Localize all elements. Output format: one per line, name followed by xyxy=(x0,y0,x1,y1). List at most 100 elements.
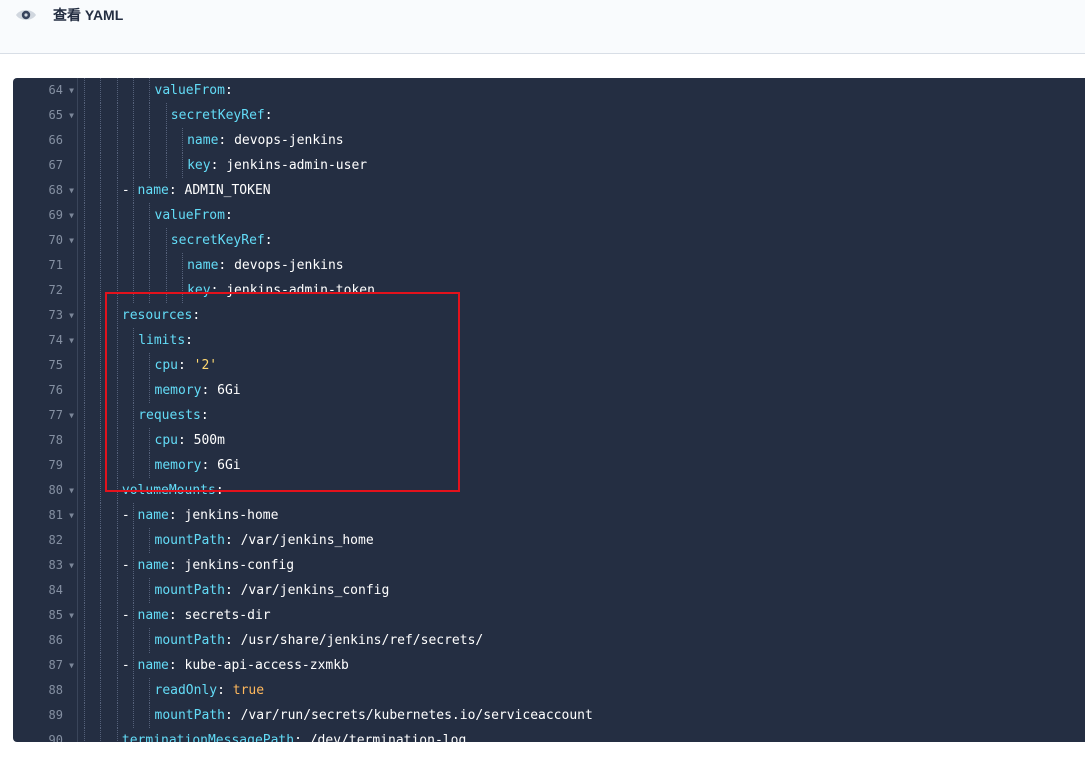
yaml-value: devops-jenkins xyxy=(234,258,344,273)
code-line: 64 ▼ valueFrom: xyxy=(13,78,1085,103)
yaml-key: secretKeyRef xyxy=(170,108,265,123)
yaml-colon: : xyxy=(200,408,209,423)
indent-guide xyxy=(165,253,167,278)
indent-guide xyxy=(149,453,151,478)
indent-guide xyxy=(100,153,102,178)
fold-toggle-icon[interactable]: ▼ xyxy=(69,78,74,103)
yaml-colon: : xyxy=(224,83,233,98)
indent-guide xyxy=(132,78,134,103)
yaml-key: name xyxy=(137,508,169,523)
indent-guide xyxy=(116,553,118,578)
page-title: 查看 YAML xyxy=(53,7,124,23)
fold-toggle-icon[interactable]: ▼ xyxy=(69,478,74,503)
fold-toggle-icon[interactable]: ▼ xyxy=(69,403,74,428)
indent-guide xyxy=(100,603,102,628)
line-number: 78 xyxy=(48,433,63,447)
indent-guide xyxy=(84,628,85,653)
yaml-colon: : xyxy=(168,183,185,198)
indent-guide xyxy=(132,153,134,178)
indent-guide xyxy=(116,528,118,553)
line-gutter: 72 xyxy=(13,278,77,303)
list-dash: - xyxy=(121,658,138,673)
indent-guide xyxy=(132,353,134,378)
fold-toggle-icon[interactable]: ▼ xyxy=(69,103,74,128)
yaml-key: readOnly xyxy=(154,683,218,698)
line-gutter: 89 xyxy=(13,703,77,728)
fold-toggle-icon[interactable]: ▼ xyxy=(69,178,74,203)
indent-guide xyxy=(84,203,85,228)
line-number: 79 xyxy=(48,458,63,472)
fold-toggle-icon[interactable]: ▼ xyxy=(69,603,74,628)
indent-guide xyxy=(149,353,151,378)
line-number: 86 xyxy=(48,633,63,647)
yaml-value: 500m xyxy=(193,433,225,448)
indent-guide xyxy=(84,653,85,678)
indent-guide xyxy=(149,153,151,178)
indent-guide xyxy=(165,128,167,153)
code-line: 77 ▼ requests: xyxy=(13,403,1085,428)
fold-toggle-icon[interactable]: ▼ xyxy=(69,553,74,578)
line-number: 68 xyxy=(48,183,63,197)
code-line: 87 ▼ - name: kube-api-access-zxmkb xyxy=(13,653,1085,678)
indent-guide xyxy=(116,328,118,353)
indent-guide xyxy=(149,678,151,703)
line-gutter: 79 xyxy=(13,453,77,478)
yaml-key: cpu xyxy=(154,358,178,373)
indent-guide xyxy=(84,153,85,178)
indent-guide xyxy=(84,178,85,203)
code-line: 83 ▼ - name: jenkins-config xyxy=(13,553,1085,578)
fold-toggle-icon[interactable]: ▼ xyxy=(69,653,74,678)
indent-guide xyxy=(100,78,102,103)
indent-guide xyxy=(116,78,118,103)
line-number: 74 xyxy=(48,333,63,347)
yaml-value: /dev/termination-log xyxy=(309,733,467,742)
line-gutter: 85 ▼ xyxy=(13,603,77,628)
fold-toggle-icon[interactable]: ▼ xyxy=(69,228,74,253)
fold-toggle-icon[interactable]: ▼ xyxy=(69,303,74,328)
indent-guide xyxy=(100,653,102,678)
fold-toggle-icon[interactable]: ▼ xyxy=(69,203,74,228)
indent-guide xyxy=(100,678,102,703)
line-number: 80 xyxy=(48,483,63,497)
indent-guide xyxy=(100,728,102,742)
line-number: 75 xyxy=(48,358,63,372)
code-text: secretKeyRef: xyxy=(171,228,273,253)
yaml-value: secrets-dir xyxy=(184,608,271,623)
code-text: memory: 6Gi xyxy=(155,378,241,403)
yaml-colon: : xyxy=(177,358,194,373)
yaml-colon: : xyxy=(294,733,310,742)
indent-guide xyxy=(84,228,85,253)
yaml-colon: : xyxy=(217,683,233,698)
list-dash: - xyxy=(121,508,138,523)
indent-guide xyxy=(149,253,151,278)
line-gutter: 70 ▼ xyxy=(13,228,77,253)
yaml-key: valueFrom xyxy=(154,83,225,98)
code-text: valueFrom: xyxy=(155,203,233,228)
indent-guide xyxy=(149,203,151,228)
yaml-colon: : xyxy=(168,508,185,523)
indent-guide xyxy=(100,428,102,453)
indent-guide xyxy=(84,128,85,153)
indent-guide xyxy=(116,503,118,528)
indent-guide xyxy=(132,103,134,128)
indent-guide xyxy=(84,578,85,603)
code-text: mountPath: /var/run/secrets/kubernetes.i… xyxy=(155,703,593,728)
indent-guide xyxy=(181,278,183,303)
indent-guide xyxy=(100,128,102,153)
line-number: 83 xyxy=(48,558,63,572)
yaml-colon: : xyxy=(168,558,185,573)
line-number: 81 xyxy=(48,508,63,522)
indent-guide xyxy=(149,103,151,128)
fold-toggle-icon[interactable]: ▼ xyxy=(69,328,74,353)
line-gutter: 73 ▼ xyxy=(13,303,77,328)
line-number: 76 xyxy=(48,383,63,397)
yaml-code-editor[interactable]: 64 ▼ valueFrom: 65 ▼ secretKeyRef: 66 name: dev… xyxy=(13,78,1085,742)
indent-guide xyxy=(132,378,134,403)
code-text: requests: xyxy=(138,403,208,428)
indent-guide xyxy=(84,278,85,303)
fold-toggle-icon[interactable]: ▼ xyxy=(69,503,74,528)
indent-guide xyxy=(100,103,102,128)
line-gutter: 88 xyxy=(13,678,77,703)
yaml-colon: : xyxy=(168,658,185,673)
code-line: 78 cpu: 500m xyxy=(13,428,1085,453)
